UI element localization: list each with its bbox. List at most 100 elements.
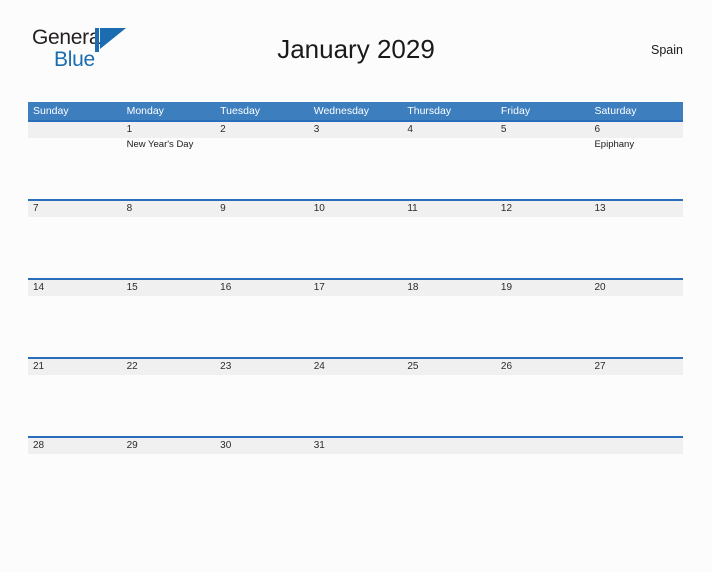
weekday-header-thursday: Thursday (407, 105, 452, 117)
day-number[interactable]: 4 (402, 122, 496, 138)
day-number-empty (28, 122, 122, 138)
week-row: 21 22 23 24 25 26 27 (28, 357, 683, 436)
week-event-body (28, 454, 683, 515)
day-cell[interactable] (215, 375, 309, 436)
week-date-band: 123456 (28, 122, 683, 138)
page-header: General Blue January 2029 Spain (28, 22, 684, 74)
weekday-header-wednesday: Wednesday (313, 105, 369, 117)
day-cell[interactable] (28, 375, 122, 436)
day-cell[interactable] (215, 217, 309, 278)
day-number[interactable]: 3 (309, 122, 403, 138)
week-date-band: 7 8 9 10 11 12 13 (28, 201, 683, 217)
day-number[interactable]: 8 (122, 201, 216, 217)
day-number[interactable]: 25 (402, 359, 496, 375)
day-number[interactable]: 5 (496, 122, 590, 138)
day-number[interactable]: 10 (309, 201, 403, 217)
weekday-header-tuesday: Tuesday (220, 105, 261, 117)
holiday-event-label: New Year's Day (126, 139, 194, 150)
day-cell[interactable] (496, 296, 590, 357)
day-cell (496, 454, 590, 515)
day-cell[interactable] (402, 217, 496, 278)
day-number[interactable]: 2 (215, 122, 309, 138)
week-date-band: 21 22 23 24 25 26 27 (28, 359, 683, 375)
day-number[interactable]: 28 (28, 438, 122, 454)
weekday-header-friday: Friday (500, 105, 531, 117)
day-cell[interactable] (309, 217, 403, 278)
holiday-event-label: Epiphany (594, 139, 635, 150)
day-number[interactable]: 27 (589, 359, 683, 375)
day-number[interactable]: 14 (28, 280, 122, 296)
day-cell[interactable] (496, 375, 590, 436)
day-cell[interactable] (28, 217, 122, 278)
calendar-grid: Sunday Monday Tuesday Wednesday Thursday Frid… (28, 102, 683, 515)
day-cell[interactable] (215, 454, 309, 515)
day-cell[interactable] (309, 296, 403, 357)
day-cell[interactable] (496, 138, 590, 199)
day-number[interactable]: 19 (496, 280, 590, 296)
day-cell[interactable] (309, 454, 403, 515)
day-number[interactable]: 12 (496, 201, 590, 217)
day-cell[interactable] (496, 217, 590, 278)
day-number-empty (496, 438, 590, 454)
week-row: 28 29 30 31 (28, 436, 683, 515)
day-number[interactable]: 23 (215, 359, 309, 375)
weekday-header-saturday: Saturday (594, 105, 637, 117)
week-date-band: 14 15 16 17 18 19 20 (28, 280, 683, 296)
day-cell[interactable] (215, 296, 309, 357)
day-number[interactable]: 26 (496, 359, 590, 375)
day-cell[interactable] (122, 454, 216, 515)
day-number[interactable]: 13 (589, 201, 683, 217)
week-row: 1 2 3 4 5 6 New Year's Day Epiphany (28, 120, 683, 199)
day-number[interactable]: 22 (122, 359, 216, 375)
week-row: 14 15 16 17 18 19 20 (28, 278, 683, 357)
day-number[interactable]: 18 (402, 280, 496, 296)
day-cell (589, 454, 683, 515)
day-number[interactable]: 1 (122, 122, 216, 138)
day-cell[interactable] (309, 138, 403, 199)
day-number[interactable]: 21 (28, 359, 122, 375)
day-number[interactable]: 7 (28, 201, 122, 217)
weekday-header-sunday: Sunday (33, 105, 69, 117)
day-number[interactable]: 16 (215, 280, 309, 296)
day-cell[interactable]: New Year's Day (122, 138, 216, 199)
day-cell (28, 138, 122, 199)
day-number[interactable]: 17 (309, 280, 403, 296)
day-cell[interactable] (589, 375, 683, 436)
week-event-body: New Year's Day Epiphany (28, 138, 683, 199)
day-cell[interactable] (122, 296, 216, 357)
day-number[interactable]: 30 (215, 438, 309, 454)
day-number[interactable]: 29 (122, 438, 216, 454)
day-number[interactable]: 15 (122, 280, 216, 296)
day-cell[interactable] (402, 138, 496, 199)
day-number[interactable]: 9 (215, 201, 309, 217)
day-number[interactable]: 24 (309, 359, 403, 375)
day-number[interactable]: 31 (309, 438, 403, 454)
week-event-body (28, 375, 683, 436)
day-cell[interactable] (589, 217, 683, 278)
day-number-empty (589, 438, 683, 454)
week-rows-container: 1 2 3 4 5 6 New Year's Day Epiphany 7 8 9 10 11 12 13 1… (28, 120, 683, 515)
day-cell[interactable]: Epiphany (589, 138, 683, 199)
day-cell (402, 454, 496, 515)
day-cell[interactable] (28, 454, 122, 515)
day-cell[interactable] (215, 138, 309, 199)
day-number-empty (402, 438, 496, 454)
day-number[interactable]: 20 (589, 280, 683, 296)
week-event-body (28, 217, 683, 278)
week-row: 7 8 9 10 11 12 13 (28, 199, 683, 278)
day-cell[interactable] (122, 217, 216, 278)
week-event-body (28, 296, 683, 357)
page-title: January 2029 (277, 34, 435, 64)
day-number[interactable]: 6 (589, 122, 683, 138)
week-date-band: 28 29 30 31 (28, 438, 683, 454)
day-cell[interactable] (402, 375, 496, 436)
day-number[interactable]: 11 (402, 201, 496, 217)
day-cell[interactable] (28, 296, 122, 357)
day-cell[interactable] (122, 375, 216, 436)
region-label: Spain (651, 43, 683, 57)
day-cell[interactable] (589, 296, 683, 357)
weekday-header-monday: Monday (126, 105, 164, 117)
day-cell[interactable] (402, 296, 496, 357)
day-cell[interactable] (309, 375, 403, 436)
weekday-header-row: Sunday Monday Tuesday Wednesday Thursday Frid… (28, 102, 683, 120)
